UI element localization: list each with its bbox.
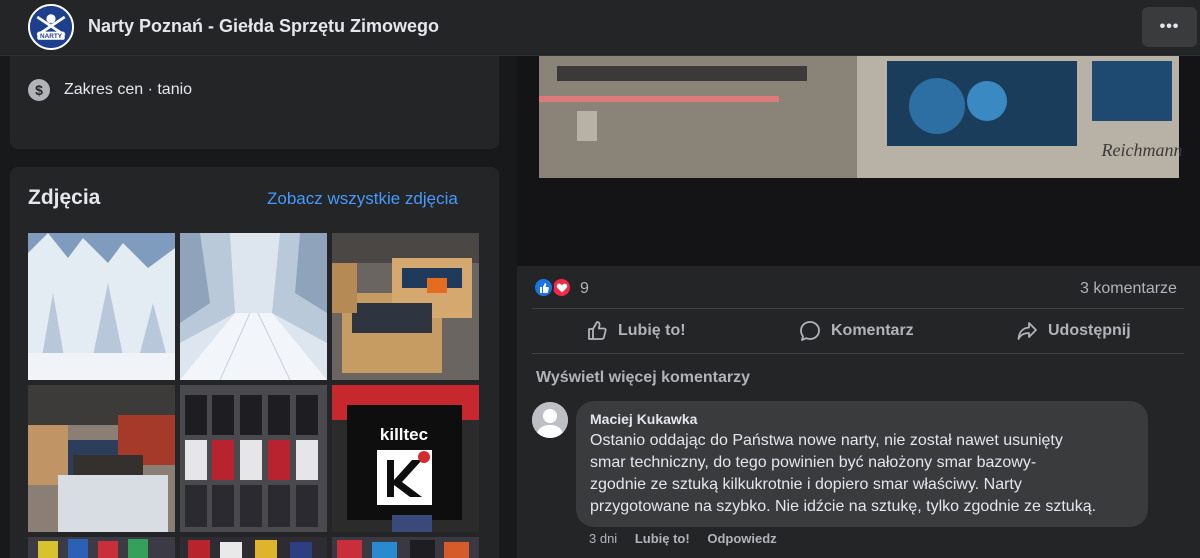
comment-count[interactable]: 3 komentarze <box>1080 280 1177 298</box>
reaction-count[interactable]: 9 <box>580 280 589 298</box>
divider <box>532 353 1184 354</box>
photo-thumbnail-snowy-trail[interactable] <box>180 233 327 380</box>
comment-meta: 3 dni Lubię to! Odpowiedz <box>589 531 791 546</box>
default-avatar-icon <box>532 402 568 438</box>
group-title[interactable]: Narty Poznań - Giełda Sprzętu Zimowego <box>88 16 439 37</box>
comment-line: smar techniczny, do tego powinien być na… <box>590 454 1037 471</box>
love-reaction-icon <box>551 277 572 298</box>
comment-text: Ostanio oddając do Państwa nowe narty, n… <box>590 430 1134 518</box>
price-range-label: Zakres cen · tanio <box>64 81 193 98</box>
svg-text:killtec: killtec <box>380 425 428 444</box>
comment-button-label: Komentarz <box>831 322 914 339</box>
snowy-trail-image <box>180 233 327 380</box>
more-options-button[interactable]: ••• <box>1142 7 1197 47</box>
divider <box>532 308 1184 309</box>
comment-author[interactable]: Maciej Kukawka <box>590 411 1134 427</box>
photo-thumbnail-gloves[interactable] <box>180 385 327 532</box>
narty-logo-icon: NARTY <box>30 6 72 48</box>
comment-icon <box>800 321 820 341</box>
photo-thumbnail-snowy-forest[interactable] <box>28 233 175 380</box>
about-card <box>10 56 499 149</box>
comment-line: Ostanio oddając do Państwa nowe narty, n… <box>590 432 1063 449</box>
photo-thumbnail-jackets-1[interactable] <box>28 537 175 558</box>
photo-thumbnail-jackets-2[interactable] <box>180 537 327 558</box>
share-button[interactable]: Udostępnij <box>1016 310 1131 352</box>
photo-thumbnail-jackets-3[interactable] <box>332 537 479 558</box>
group-header: NARTY Narty Poznań - Giełda Sprzętu Zimo… <box>0 0 1200 56</box>
photo-thumbnail-boxes[interactable] <box>332 233 479 380</box>
see-all-photos-link[interactable]: Zobacz wszystkie zdjęcia <box>267 189 458 209</box>
comment-line: zgodnie ze sztuką kilkukrotnie i dopiero… <box>590 476 1022 493</box>
post-video[interactable]: Reichmann <box>517 56 1200 266</box>
shop-shelves-image <box>28 385 175 532</box>
thumbs-up-icon <box>588 321 607 340</box>
share-button-label: Udostępnij <box>1048 322 1131 339</box>
photos-title: Zdjęcia <box>28 186 101 209</box>
like-button[interactable]: Lubię to! <box>586 310 686 352</box>
jackets-rack-image <box>28 537 175 558</box>
share-icon <box>1017 322 1037 340</box>
photo-thumbnail-killtec[interactable]: killtec <box>332 385 479 532</box>
reactions[interactable] <box>533 277 578 299</box>
comment-like-link[interactable]: Lubię to! <box>635 531 690 546</box>
gloves-rack-image <box>180 385 327 532</box>
killtec-display-image: killtec <box>332 385 479 532</box>
jackets-rack-image <box>180 537 327 558</box>
svg-text:NARTY: NARTY <box>40 33 63 40</box>
snowy-forest-image <box>28 233 175 380</box>
comment-line: przygotowane na szybko. Nie idźcie na sz… <box>590 498 1097 515</box>
comment-bubble: Maciej Kukawka Ostanio oddając do Państw… <box>576 401 1148 527</box>
view-more-comments-link[interactable]: Wyświetl więcej komentarzy <box>536 369 750 387</box>
ski-service-machine-image: Reichmann <box>517 56 1200 266</box>
like-button-label: Lubię to! <box>618 322 686 339</box>
dollar-icon: $ <box>28 79 50 101</box>
comment-button[interactable]: Komentarz <box>799 310 914 352</box>
comment-reply-link[interactable]: Odpowiedz <box>707 531 776 546</box>
photo-thumbnail-shop-boxes[interactable] <box>28 385 175 532</box>
svg-text:Reichmann: Reichmann <box>1101 140 1183 160</box>
group-logo[interactable]: NARTY <box>28 4 74 50</box>
boxes-of-gear-image <box>332 233 479 380</box>
comment-timestamp[interactable]: 3 dni <box>589 531 617 546</box>
like-reaction-icon <box>533 277 554 298</box>
avatar[interactable] <box>532 402 568 438</box>
jackets-rack-image <box>332 537 479 558</box>
